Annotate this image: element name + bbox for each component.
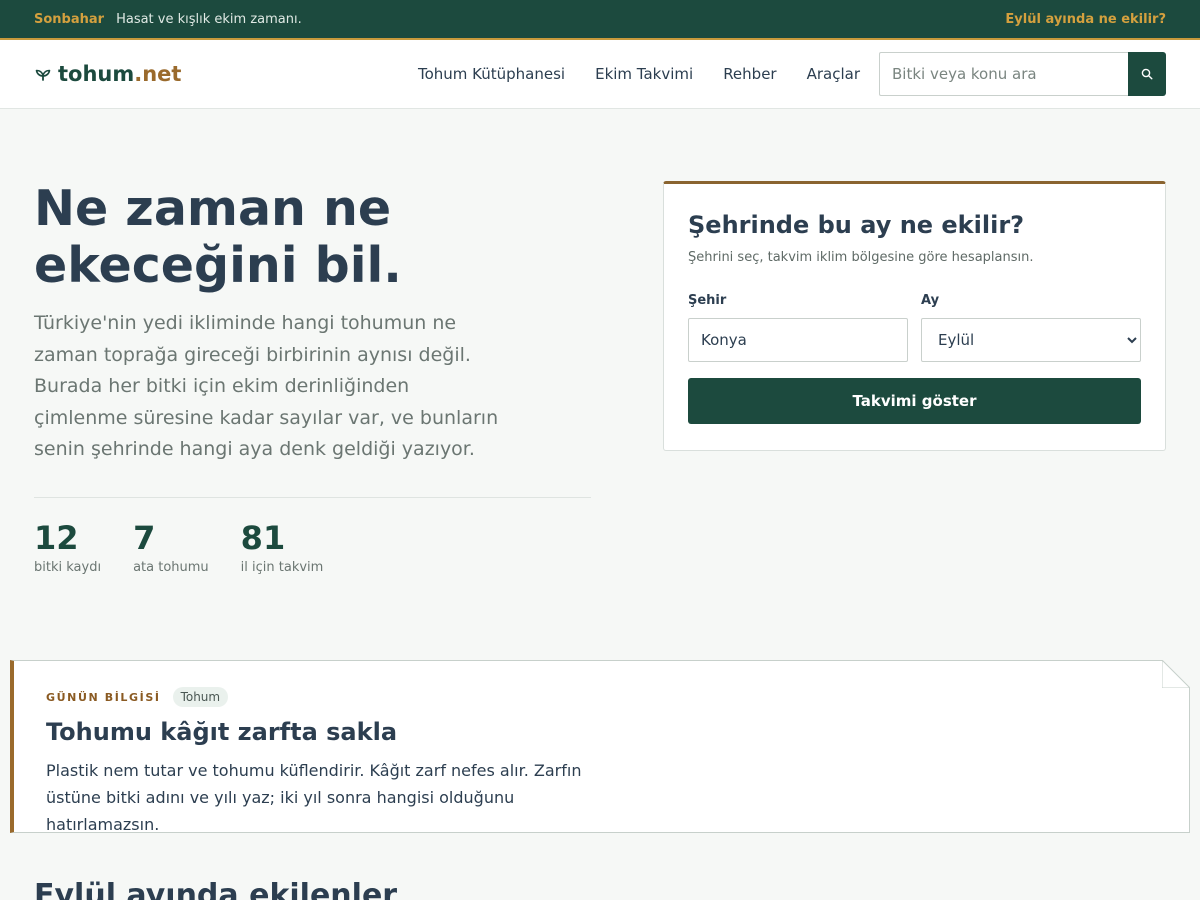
stat-value: 12 xyxy=(34,519,79,557)
nav-planting-calendar[interactable]: Ekim Takvimi xyxy=(595,65,693,83)
stat-plant-records: 12 bitki kaydı xyxy=(34,518,101,575)
announcement-text: Hasat ve kışlık ekim zamanı. xyxy=(116,11,302,27)
main-nav: Tohum Kütüphanesi Ekim Takvimi Rehber Ar… xyxy=(418,65,860,83)
nav-seed-library[interactable]: Tohum Kütüphanesi xyxy=(418,65,565,83)
logo-name: tohum xyxy=(58,62,135,86)
announcement-link[interactable]: Eylül ayında ne ekilir? xyxy=(1005,12,1166,27)
search-icon xyxy=(1141,68,1153,80)
city-input[interactable] xyxy=(688,318,908,362)
site-header: tohum .net Tohum Kütüphanesi Ekim Takvimi… xyxy=(0,40,1200,109)
tip-body: Plastik nem tutar ve tohumu küflendirir.… xyxy=(46,761,582,834)
tip-header: GÜNÜN BİLGİSİ Tohum xyxy=(46,687,1157,707)
stat-city-calendars: 81 il için takvim xyxy=(241,518,324,575)
hero-title: Ne zaman ne ekeceğini bil. xyxy=(34,180,402,294)
month-select[interactable]: Eylül xyxy=(921,318,1141,362)
planner-fields: Şehir Ay Eylül xyxy=(688,293,1141,362)
planner-title: Şehrinde bu ay ne ekilir? xyxy=(688,211,1025,239)
planting-planner-card: Şehrinde bu ay ne ekilir? Şehrini seç, t… xyxy=(663,181,1166,451)
tip-kicker: GÜNÜN BİLGİSİ xyxy=(46,690,161,704)
hero-lead: Türkiye'nin yedi ikliminde hangi tohumun… xyxy=(34,312,499,460)
month-field-group: Ay Eylül xyxy=(921,293,1141,362)
stat-value: 81 xyxy=(240,519,286,557)
month-label: Ay xyxy=(921,293,940,308)
section-title: Eylül ayında ekilenler xyxy=(34,878,398,900)
planner-subtitle: Şehrini seç, takvim iklim bölgesine göre… xyxy=(688,250,1034,265)
show-calendar-button[interactable]: Takvimi göster xyxy=(688,378,1141,424)
search-bar xyxy=(879,52,1166,96)
city-label: Şehir xyxy=(688,293,727,308)
city-field-group: Şehir xyxy=(688,293,908,362)
stat-label: il için takvim xyxy=(240,560,324,575)
stat-label: ata tohumu xyxy=(133,560,209,575)
announcement-bar: Sonbahar Hasat ve kışlık ekim zamanı. Ey… xyxy=(0,0,1200,40)
logo[interactable]: tohum .net xyxy=(34,62,181,86)
search-input[interactable] xyxy=(879,52,1128,96)
stats: 12 bitki kaydı 7 ata tohumu 81 il için t… xyxy=(34,518,355,575)
stat-heirloom-seeds: 7 ata tohumu xyxy=(133,518,209,575)
stat-label: bitki kaydı xyxy=(34,560,102,575)
nav-tools[interactable]: Araçlar xyxy=(807,65,860,83)
season-label: Sonbahar xyxy=(34,11,105,27)
tip-title: Tohumu kâğıt zarfta sakla xyxy=(46,718,398,746)
tip-of-the-day: GÜNÜN BİLGİSİ Tohum Tohumu kâğıt zarfta … xyxy=(10,660,1190,834)
nav-guide[interactable]: Rehber xyxy=(723,65,776,83)
logo-tld: .net xyxy=(134,62,182,86)
page-fold-icon xyxy=(1162,660,1190,688)
divider xyxy=(34,497,591,498)
stat-value: 7 xyxy=(133,519,156,557)
sprout-icon xyxy=(35,69,51,81)
tip-tag: Tohum xyxy=(172,687,229,707)
search-button[interactable] xyxy=(1128,52,1166,96)
